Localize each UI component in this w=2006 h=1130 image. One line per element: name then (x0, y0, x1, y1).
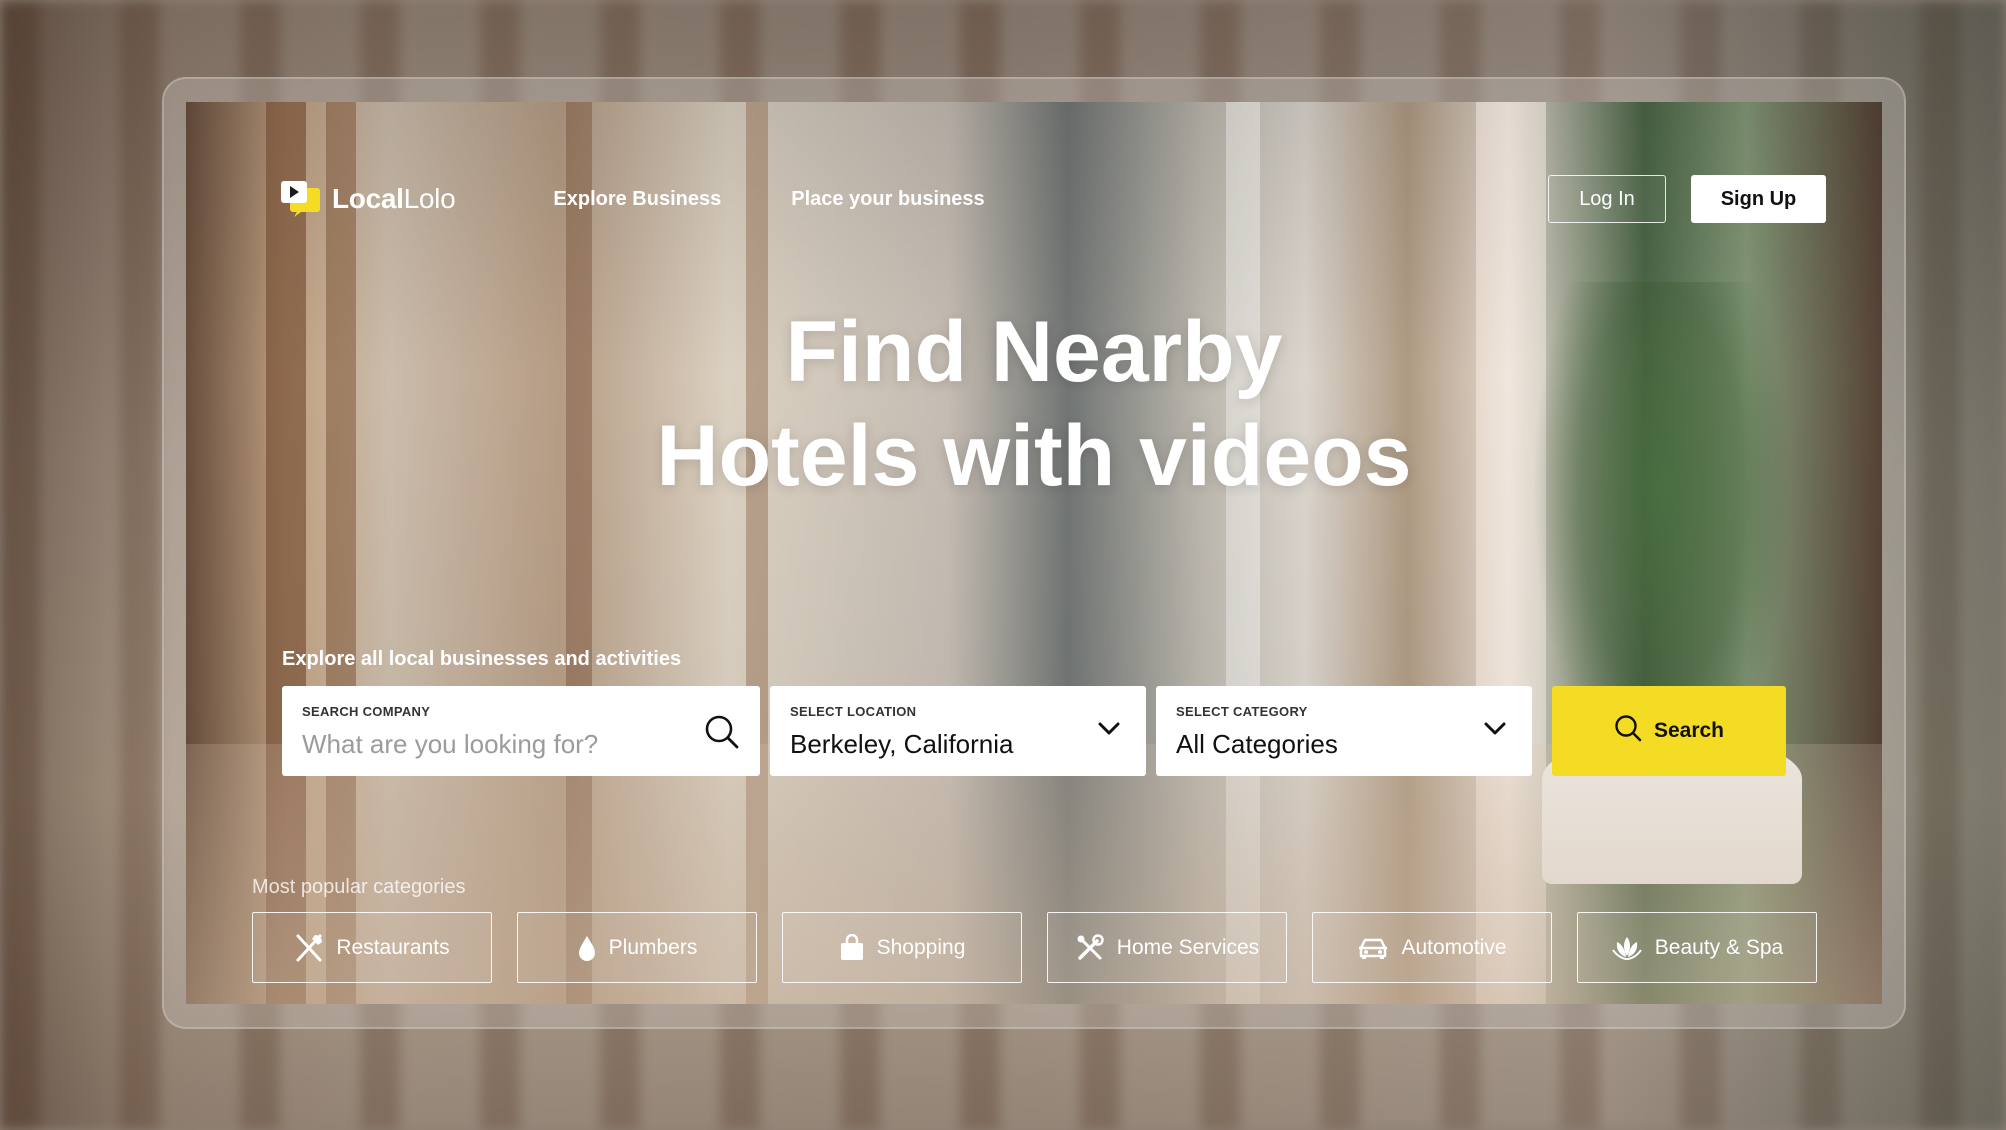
search-icon (1614, 714, 1642, 748)
nav-place-business[interactable]: Place your business (791, 188, 984, 211)
hero-subtext: Explore all local businesses and activit… (282, 648, 682, 670)
category-label: Restaurants (336, 935, 450, 959)
category-home-services[interactable]: Home Services (1047, 912, 1287, 983)
car-icon (1357, 936, 1389, 960)
search-button-label: Search (1653, 719, 1725, 742)
category-label: Automotive (1401, 935, 1507, 959)
search-icon[interactable] (704, 714, 740, 755)
nav-explore-business[interactable]: Explore Business (553, 188, 721, 211)
logo[interactable]: LocalLolo (280, 180, 456, 218)
category-automotive[interactable]: Automotive (1312, 912, 1552, 983)
category-beauty-spa[interactable]: Beauty & Spa (1577, 912, 1817, 983)
chat-play-icon (280, 180, 322, 218)
login-button[interactable]: Log In (1548, 175, 1666, 223)
signup-button[interactable]: Sign Up (1691, 175, 1826, 223)
field-label: SELECT CATEGORY (1176, 704, 1308, 719)
fork-knife-icon (294, 933, 324, 963)
category-label: Shopping (876, 935, 966, 959)
logo-text: LocalLolo (332, 183, 456, 214)
chevron-down-icon[interactable] (1098, 722, 1120, 741)
water-drop-icon (577, 934, 597, 962)
shopping-bag-icon (839, 933, 865, 962)
hero-headline: Find Nearby Hotels with videos (186, 300, 1882, 508)
category-label: Home Services (1116, 935, 1260, 959)
headline-line-1: Find Nearby (785, 304, 1283, 400)
category-restaurants[interactable]: Restaurants (252, 912, 492, 983)
field-label: SEARCH COMPANY (302, 704, 431, 719)
lotus-icon (1611, 934, 1643, 962)
chevron-down-icon[interactable] (1484, 722, 1506, 741)
category-plumbers[interactable]: Plumbers (517, 912, 757, 983)
tools-icon (1075, 933, 1105, 963)
search-input[interactable]: What are you looking for? (302, 729, 740, 760)
top-nav: LocalLolo Explore Business Place your bu… (280, 174, 1826, 224)
location-value: Berkeley, California (790, 729, 1014, 759)
location-select[interactable]: SELECT LOCATION Berkeley, California (770, 686, 1146, 776)
hero-image (186, 102, 1882, 1004)
field-label: SELECT LOCATION (790, 704, 917, 719)
category-value: All Categories (1176, 729, 1338, 759)
headline-line-2: Hotels with videos (656, 408, 1412, 504)
category-shopping[interactable]: Shopping (782, 912, 1022, 983)
category-label: Plumbers (608, 935, 698, 959)
category-label: Beauty & Spa (1654, 935, 1784, 959)
category-select[interactable]: SELECT CATEGORY All Categories (1156, 686, 1532, 776)
search-company-field[interactable]: SEARCH COMPANY What are you looking for? (282, 686, 760, 776)
search-button[interactable]: Search (1552, 686, 1786, 776)
popular-categories-label: Most popular categories (252, 876, 466, 898)
